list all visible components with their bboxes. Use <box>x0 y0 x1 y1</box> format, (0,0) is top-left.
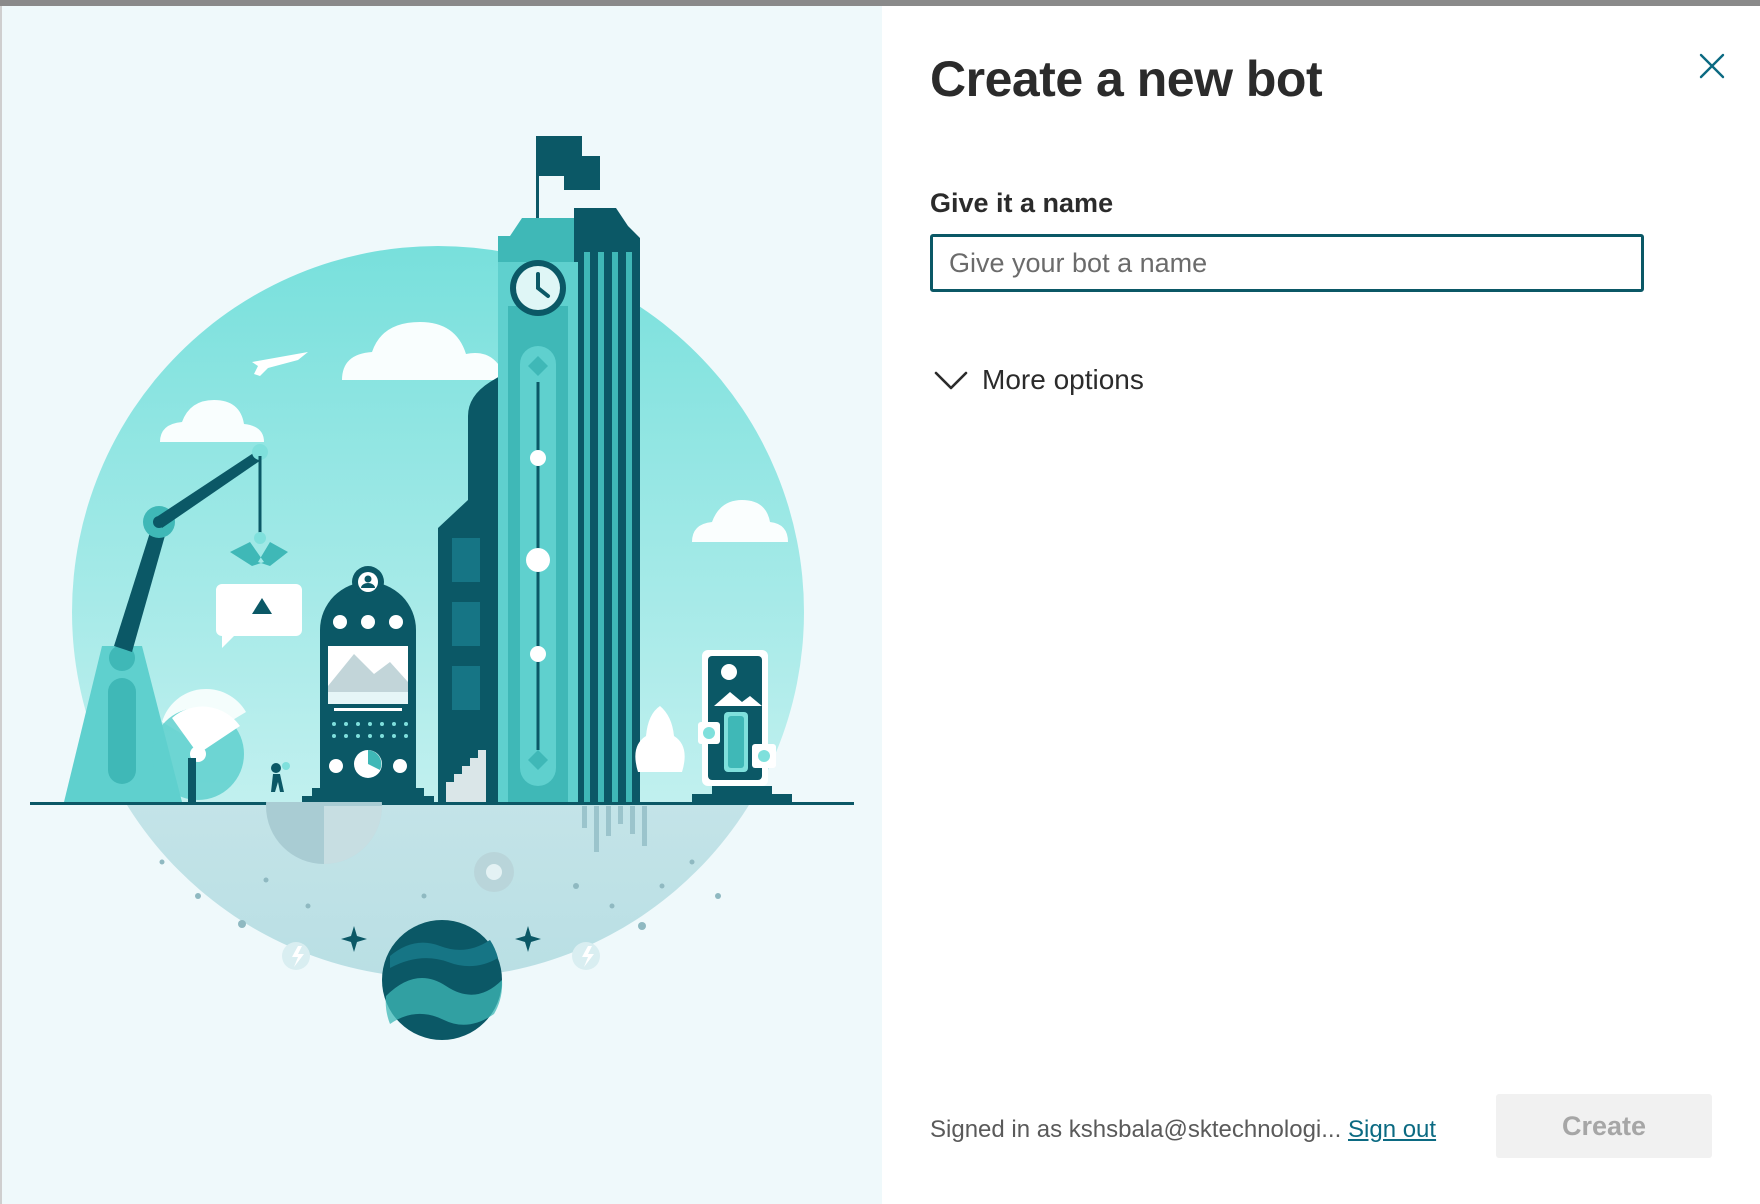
illustration-panel <box>2 6 882 1204</box>
close-icon <box>1699 53 1725 79</box>
create-button[interactable]: Create <box>1496 1094 1712 1158</box>
city-globe-illustration <box>30 136 854 1040</box>
more-options-label: More options <box>982 364 1144 395</box>
chevron-down-icon <box>934 371 968 390</box>
bot-name-input[interactable] <box>930 234 1644 292</box>
more-options-toggle[interactable]: More options <box>934 364 1144 396</box>
create-bot-form-panel: Create a new bot Give it a name More opt… <box>882 6 1760 1204</box>
sign-out-link[interactable]: Sign out <box>1348 1116 1436 1144</box>
bot-name-label: Give it a name <box>930 188 1114 218</box>
signed-in-status: Signed in as kshsbala@sktechnologi... <box>930 1116 1342 1143</box>
page-title: Create a new bot <box>930 51 1323 107</box>
close-button[interactable] <box>1688 42 1736 90</box>
